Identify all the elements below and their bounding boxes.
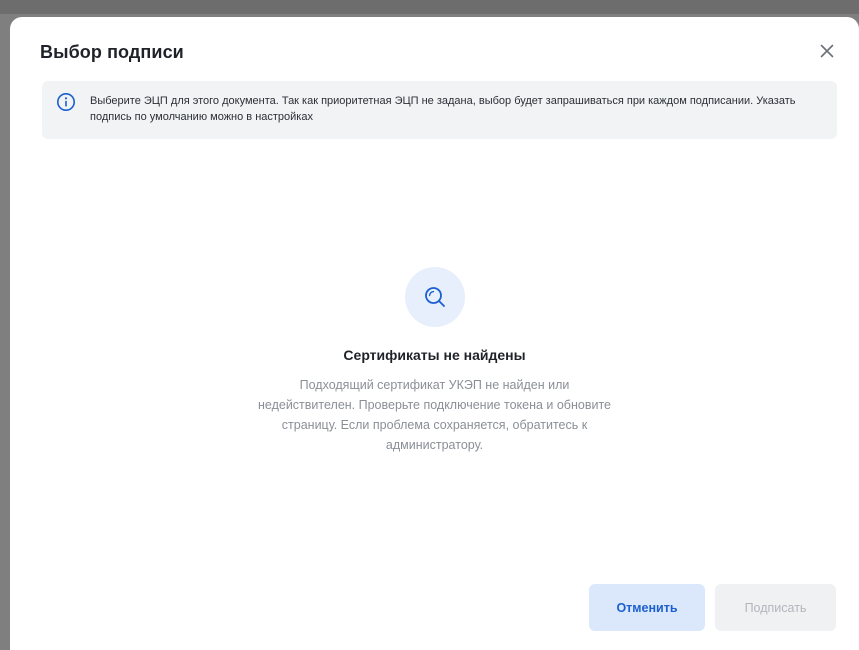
info-icon: [57, 93, 75, 111]
search-icon: [424, 287, 445, 307]
search-icon-container: [404, 267, 465, 327]
empty-state-description: Подходящий сертификат УКЭП не найден или…: [258, 378, 611, 452]
sign-button[interactable]: Подписать: [715, 584, 836, 631]
empty-state: Сертификаты не найдены Подходящий сертиф…: [10, 267, 859, 455]
cancel-button[interactable]: Отменить: [589, 584, 705, 631]
close-button[interactable]: [817, 41, 837, 61]
info-text: Выберите ЭЦП для этого документа. Так ка…: [90, 95, 796, 123]
dialog-title: Выбор подписи: [40, 42, 184, 62]
backdrop: [0, 0, 859, 14]
close-icon: [820, 44, 834, 58]
empty-state-title: Сертификаты не найдены: [343, 347, 526, 363]
signature-select-dialog: Выбор подписи Выберите ЭЦП для этого док…: [10, 17, 859, 650]
info-banner: Выберите ЭЦП для этого документа. Так ка…: [42, 81, 837, 139]
